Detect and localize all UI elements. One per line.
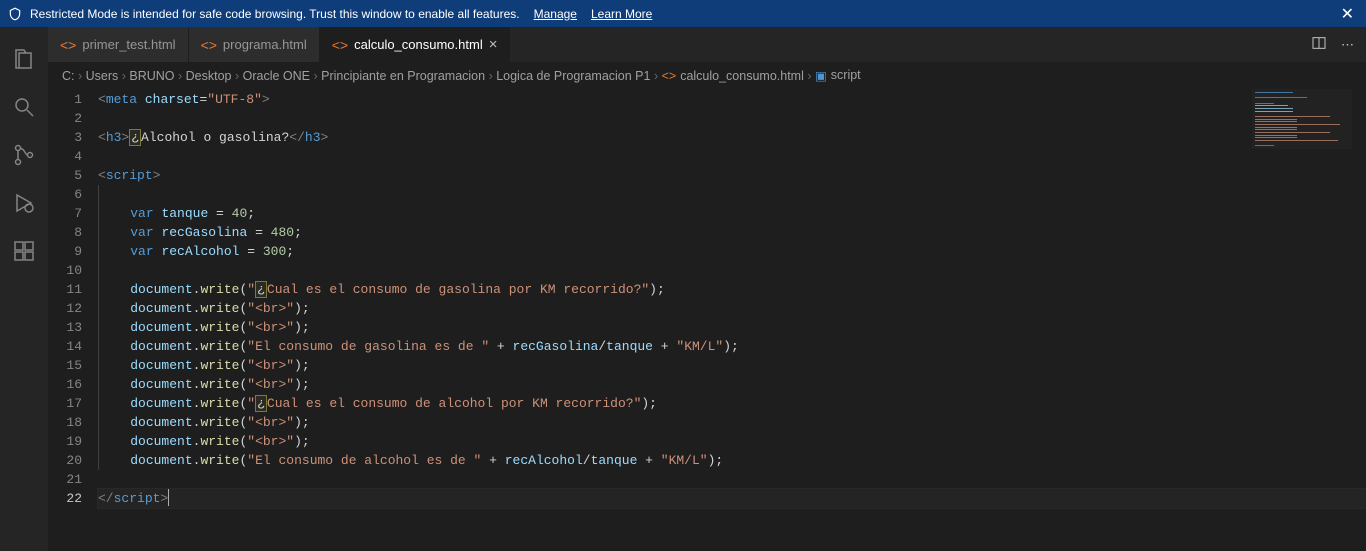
code-line[interactable]: document.write("<br>");	[98, 299, 1366, 318]
breadcrumb-separator: ›	[175, 69, 186, 83]
line-number: 2	[48, 109, 82, 128]
line-number: 10	[48, 261, 82, 280]
line-number: 3	[48, 128, 82, 147]
line-number: 1	[48, 90, 82, 109]
breadcrumb-segment[interactable]: C:	[62, 69, 75, 83]
line-number: 13	[48, 318, 82, 337]
line-number: 14	[48, 337, 82, 356]
restricted-mode-text: Restricted Mode is intended for safe cod…	[30, 7, 520, 21]
breadcrumb-separator: ›	[232, 69, 243, 83]
explorer-icon[interactable]	[0, 35, 48, 83]
activity-bar	[0, 27, 48, 551]
code-line[interactable]: var recAlcohol = 300;	[98, 242, 1366, 261]
learn-more-link[interactable]: Learn More	[591, 7, 652, 21]
code-line[interactable]: <h3>¿Alcohol o gasolina?</h3>	[98, 128, 1366, 147]
close-tab-icon[interactable]: ×	[489, 36, 498, 53]
code-line[interactable]: document.write("<br>");	[98, 356, 1366, 375]
close-notification-button[interactable]: ✕	[1341, 4, 1354, 24]
line-number: 8	[48, 223, 82, 242]
tab-label: programa.html	[223, 37, 307, 52]
line-number: 22	[48, 489, 82, 508]
breadcrumb-segment[interactable]: Principiante en Programacion	[321, 69, 485, 83]
line-number: 21	[48, 470, 82, 489]
html-file-icon: <>	[332, 37, 348, 53]
code-line[interactable]: document.write("¿Cual es el consumo de g…	[98, 280, 1366, 299]
search-icon[interactable]	[0, 83, 48, 131]
breadcrumb-symbol[interactable]: ▣ script	[815, 68, 861, 83]
code-line[interactable]: <meta charset="UTF-8">	[98, 90, 1366, 109]
breadcrumb: C: › Users › BRUNO › Desktop › Oracle ON…	[48, 62, 1366, 88]
run-debug-icon[interactable]	[0, 179, 48, 227]
html-file-icon: <>	[662, 69, 677, 83]
code-editor[interactable]: 12345678910111213141516171819202122 <met…	[48, 88, 1366, 551]
line-number: 7	[48, 204, 82, 223]
breadcrumb-separator: ›	[804, 69, 815, 83]
code-line[interactable]	[98, 261, 1366, 280]
breadcrumb-segment[interactable]: Desktop	[186, 69, 232, 83]
line-number: 11	[48, 280, 82, 299]
html-file-icon: <>	[60, 37, 76, 53]
breadcrumb-separator: ›	[485, 69, 496, 83]
code-line[interactable]: document.write("<br>");	[98, 413, 1366, 432]
breadcrumb-separator: ›	[75, 69, 86, 83]
code-line[interactable]: document.write("El consumo de gasolina e…	[98, 337, 1366, 356]
line-number: 4	[48, 147, 82, 166]
extensions-icon[interactable]	[0, 227, 48, 275]
restricted-mode-bar: Restricted Mode is intended for safe cod…	[0, 0, 1366, 27]
html-file-icon: <>	[201, 37, 217, 53]
code-line[interactable]: var recGasolina = 480;	[98, 223, 1366, 242]
code-line[interactable]: </script>	[98, 489, 1366, 508]
more-actions-icon[interactable]: ⋯	[1341, 37, 1354, 53]
tab-calculo_consumo-html[interactable]: <> calculo_consumo.html ×	[320, 27, 511, 62]
code-line[interactable]	[98, 470, 1366, 489]
minimap[interactable]	[1252, 89, 1352, 149]
breadcrumb-segment[interactable]: Oracle ONE	[243, 69, 310, 83]
line-number: 19	[48, 432, 82, 451]
code-line[interactable]	[98, 147, 1366, 166]
line-number: 9	[48, 242, 82, 261]
tab-primer_test-html[interactable]: <> primer_test.html	[48, 27, 189, 62]
shield-icon	[8, 7, 22, 21]
script-symbol-icon: ▣	[815, 68, 827, 83]
line-number: 12	[48, 299, 82, 318]
code-line[interactable]: document.write("<br>");	[98, 375, 1366, 394]
tab-label: calculo_consumo.html	[354, 37, 483, 52]
breadcrumb-separator: ›	[118, 69, 129, 83]
breadcrumb-segment[interactable]: Users	[86, 69, 119, 83]
breadcrumb-separator: ›	[650, 69, 661, 83]
line-number: 16	[48, 375, 82, 394]
code-line[interactable]	[98, 109, 1366, 128]
line-number-gutter: 12345678910111213141516171819202122	[48, 90, 98, 551]
breadcrumb-segment[interactable]: BRUNO	[129, 69, 174, 83]
split-editor-icon[interactable]	[1311, 35, 1327, 54]
code-line[interactable]: <script>	[98, 166, 1366, 185]
code-line[interactable]	[98, 185, 1366, 204]
code-line[interactable]: document.write("¿Cual es el consumo de a…	[98, 394, 1366, 413]
line-number: 18	[48, 413, 82, 432]
line-number: 15	[48, 356, 82, 375]
line-number: 5	[48, 166, 82, 185]
code-line[interactable]: var tanque = 40;	[98, 204, 1366, 223]
editor-tabs: <> primer_test.html <> programa.html <> calcu…	[48, 27, 1366, 62]
code-line[interactable]: document.write("<br>");	[98, 318, 1366, 337]
manage-link[interactable]: Manage	[534, 7, 577, 21]
breadcrumb-segment[interactable]: Logica de Programacion P1	[496, 69, 650, 83]
code-line[interactable]: document.write("El consumo de alcohol es…	[98, 451, 1366, 470]
line-number: 6	[48, 185, 82, 204]
code-content[interactable]: <meta charset="UTF-8"> <h3>¿Alcohol o gas…	[98, 90, 1366, 551]
tab-programa-html[interactable]: <> programa.html	[189, 27, 320, 62]
line-number: 17	[48, 394, 82, 413]
line-number: 20	[48, 451, 82, 470]
code-line[interactable]: document.write("<br>");	[98, 432, 1366, 451]
text-cursor	[168, 489, 169, 506]
breadcrumb-separator: ›	[310, 69, 321, 83]
tab-label: primer_test.html	[82, 37, 175, 52]
source-control-icon[interactable]	[0, 131, 48, 179]
breadcrumb-file[interactable]: <> calculo_consumo.html	[662, 69, 804, 83]
